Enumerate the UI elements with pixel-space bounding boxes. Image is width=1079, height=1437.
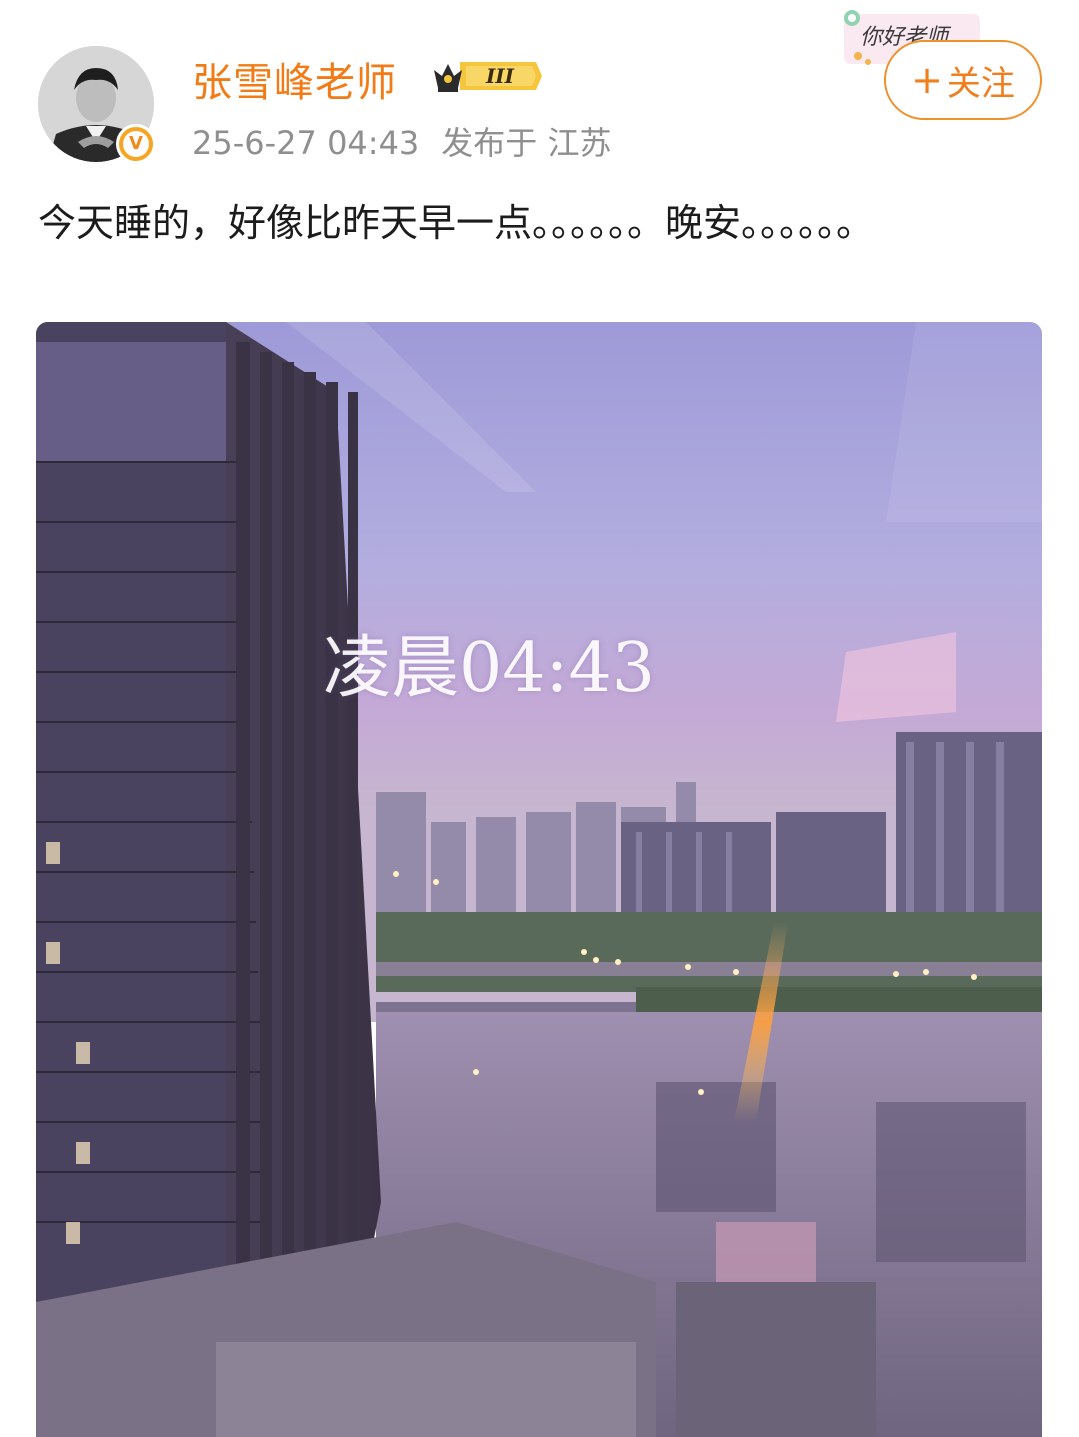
photo-caption: 凌晨04:43 bbox=[323, 629, 655, 708]
vip-crown-badge-icon[interactable]: III bbox=[430, 58, 542, 94]
post-text: 今天睡的，好像比昨天早一点。。。。。。晚安。。。。。。 bbox=[38, 201, 875, 245]
post-timestamp: 25-6-27 04:43 bbox=[192, 124, 420, 162]
follow-label: 关注 bbox=[946, 63, 1015, 104]
post-meta: 25-6-27 04:43 发布于 江苏 bbox=[192, 118, 633, 164]
follow-button[interactable]: + 关注 bbox=[884, 40, 1042, 120]
vip-level: III bbox=[485, 64, 515, 88]
city-dawn-image bbox=[36, 322, 1042, 1437]
plus-icon: + bbox=[911, 58, 943, 102]
post-location: 发布于 江苏 bbox=[441, 124, 612, 162]
author-name[interactable]: 张雪峰老师 bbox=[192, 50, 397, 108]
post-photo[interactable]: 凌晨04:43 bbox=[36, 322, 1042, 1437]
verified-mark: V bbox=[123, 131, 149, 157]
verified-badge-icon: V bbox=[116, 124, 156, 164]
